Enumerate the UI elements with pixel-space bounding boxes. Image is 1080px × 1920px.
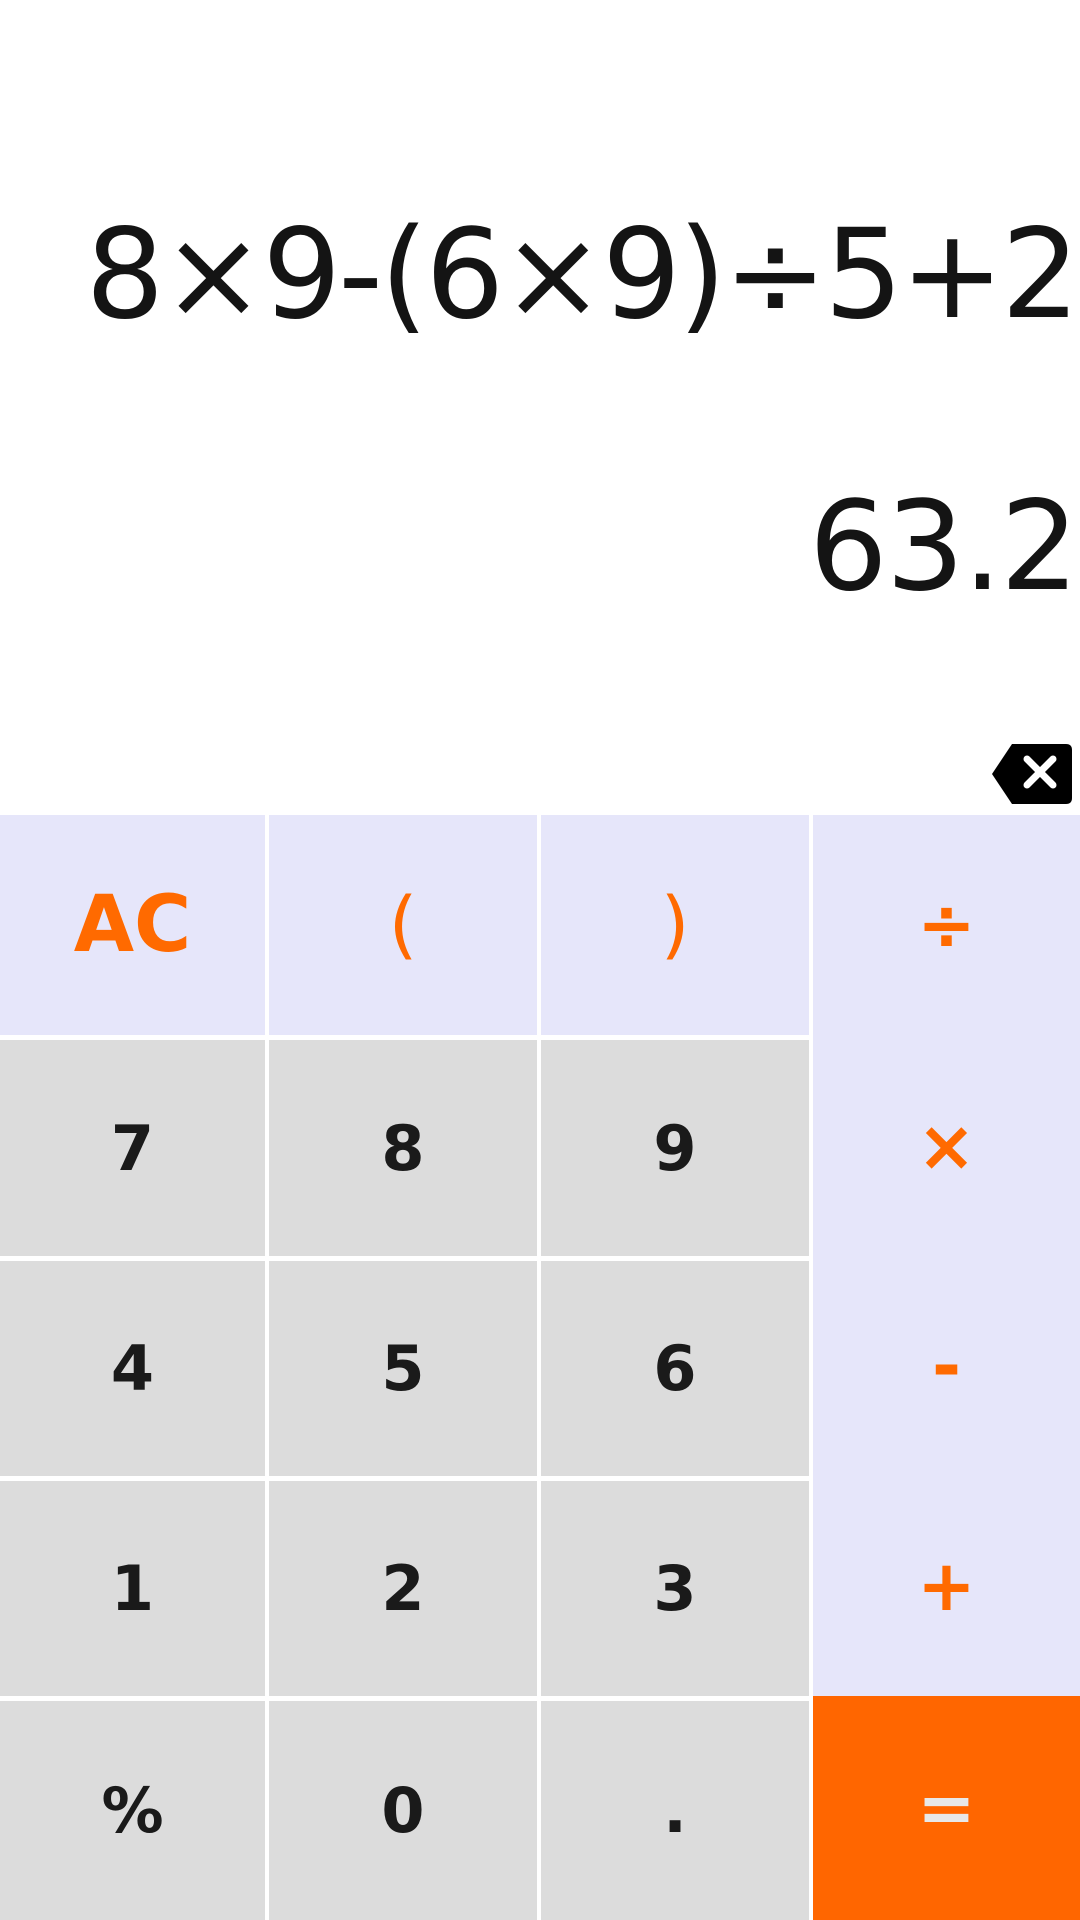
equals-button[interactable]: =	[813, 1696, 1080, 1920]
backspace-button[interactable]	[990, 742, 1074, 806]
digit-3-button[interactable]: 3	[541, 1481, 809, 1696]
subtract-button[interactable]: -	[813, 1256, 1080, 1476]
multiply-button[interactable]: ×	[813, 1035, 1080, 1256]
digit-7-button[interactable]: 7	[0, 1040, 265, 1256]
display-panel: 8×9-(6×9)÷5+2 63.2	[0, 0, 1080, 815]
digit-5-button[interactable]: 5	[269, 1261, 537, 1476]
expression-display: 8×9-(6×9)÷5+2	[85, 203, 1080, 347]
result-display: 63.2	[808, 475, 1079, 619]
percent-button[interactable]: %	[0, 1701, 265, 1920]
digit-9-button[interactable]: 9	[541, 1040, 809, 1256]
digit-6-button[interactable]: 6	[541, 1261, 809, 1476]
open-paren-button[interactable]: (	[269, 815, 537, 1035]
backspace-icon	[992, 744, 1072, 804]
digit-4-button[interactable]: 4	[0, 1261, 265, 1476]
digit-1-button[interactable]: 1	[0, 1481, 265, 1696]
keypad: AC ( ) ÷ 7 8 9 × 4 5 6 - 1 2 3 + % 0 . =	[0, 815, 1080, 1920]
add-button[interactable]: +	[813, 1476, 1080, 1696]
digit-8-button[interactable]: 8	[269, 1040, 537, 1256]
calculator-app: 8×9-(6×9)÷5+2 63.2 AC ( ) ÷ 7 8 9 × 4 5 …	[0, 0, 1080, 1920]
divide-button[interactable]: ÷	[813, 815, 1080, 1035]
clear-button[interactable]: AC	[0, 815, 265, 1035]
digit-0-button[interactable]: 0	[269, 1701, 537, 1920]
decimal-point-button[interactable]: .	[541, 1701, 809, 1920]
digit-2-button[interactable]: 2	[269, 1481, 537, 1696]
close-paren-button[interactable]: )	[541, 815, 809, 1035]
